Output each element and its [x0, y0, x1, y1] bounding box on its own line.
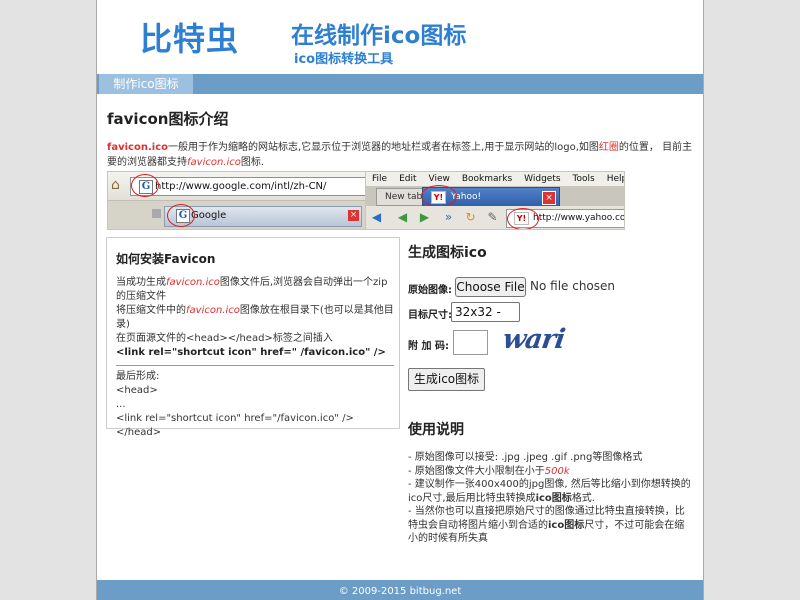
captcha-label: 附 加 码: — [408, 341, 449, 352]
pen-icon: ✎ — [487, 210, 498, 224]
reload-icon: ↻ — [465, 210, 476, 224]
intro-favicon-term-2: favicon.ico — [187, 157, 241, 168]
firefox-tab-row: New tab Y! Yahoo! × — [366, 185, 624, 207]
install-favicon-term: favicon.ico — [186, 305, 240, 316]
file-status-text: No file chosen — [530, 279, 616, 293]
install-line-5: 最后形成: — [116, 371, 160, 382]
site-header: 比特虫 在线制作ico图标 ico图标转换工具 — [97, 0, 703, 73]
ie-url-text: http://www.google.com/intl/zh-CN/ — [155, 181, 327, 192]
browser-screenshot-ie: ⌂ G http://www.google.com/intl/zh-CN/ G … — [107, 171, 367, 230]
intro-red-circle-term: 红圈 — [598, 142, 619, 153]
choose-file-button[interactable]: Choose File — [455, 277, 526, 297]
menu-widgets: Widgets — [524, 174, 561, 184]
firefox-url-text: http://www.yahoo.com — [533, 213, 625, 223]
ie-tab-row: G Google × — [108, 201, 366, 229]
page-container: 比特虫 在线制作ico图标 ico图标转换工具 制作ico图标 favicon图… — [96, 0, 704, 600]
divider — [116, 365, 394, 366]
install-favicon-term: favicon.ico — [166, 277, 220, 288]
intro-title: favicon图标介绍 — [107, 110, 229, 128]
favicon-highlight-circle — [167, 204, 195, 227]
firefox-nav-bar: ◀ ◀ ▶ » ↻ ✎ Y! http://www.yahoo.com — [366, 206, 624, 229]
size-select-value: 32x32 - — [455, 305, 501, 319]
install-text: 将压缩文件中的 — [116, 305, 186, 316]
close-icon: × — [542, 191, 556, 205]
usage-bold-term: ico图标 — [535, 492, 572, 504]
usage-title: 使用说明 — [408, 422, 464, 438]
usage-item-4: - 当然你也可以直接把原始尺寸的图像通过比特虫直接转换，比特虫会自动将图片缩小到… — [408, 505, 693, 546]
intro-text-1: 一般用于作为缩略的网站标志,它显示位于浏览器的地址栏或者在标签上,用于显示网站的… — [168, 142, 599, 153]
menu-view: View — [428, 174, 450, 184]
usage-text: - 原始图像文件大小限制在小于 — [408, 465, 545, 477]
usage-item-1: - 原始图像可以接受: .jpg .jpeg .gif .png等图像格式 — [408, 452, 643, 463]
install-favicon-box: 如何安装Favicon 当成功生成favicon.ico图像文件后,浏览器会自动… — [106, 237, 400, 438]
usage-item-2: - 原始图像文件大小限制在小于500k — [408, 465, 693, 479]
ie-address-row: ⌂ G http://www.google.com/intl/zh-CN/ — [108, 172, 366, 201]
nav-tab-make-ico[interactable]: 制作ico图标 — [99, 74, 193, 94]
firefox-menu-bar: File Edit View Bookmarks Widgets Tools Help — [366, 172, 624, 186]
intro-favicon-term: favicon.ico — [107, 142, 168, 153]
browser-screenshot-firefox: File Edit View Bookmarks Widgets Tools Help Ne… — [365, 171, 625, 230]
generate-ico-button[interactable]: 生成ico图标 — [408, 368, 485, 391]
install-title: 如何安装Favicon — [116, 252, 216, 266]
home-icon: ⌂ — [111, 177, 120, 193]
install-line-2: 将压缩文件中的favicon.ico图像放在根目录下(也可以是其他目录) — [116, 304, 394, 332]
usage-list: - 原始图像可以接受: .jpg .jpeg .gif .png等图像格式 - … — [408, 451, 693, 546]
ie-tab-title: Google — [191, 210, 227, 221]
nav-bar: 制作ico图标 — [97, 74, 703, 94]
captcha-input[interactable] — [453, 330, 488, 355]
source-image-label: 原始图像: — [408, 285, 452, 296]
usage-text: 格式. — [571, 492, 595, 504]
site-footer: © 2009-2015 bitbug.net — [97, 580, 703, 600]
install-code-line: <link rel="shortcut icon" href=" /favico… — [116, 347, 386, 358]
fast-forward-icon: » — [444, 210, 453, 224]
close-icon: × — [348, 210, 359, 221]
menu-help: Help — [606, 174, 624, 184]
favicon-highlight-circle — [421, 185, 457, 207]
site-logo[interactable]: 比特虫 — [140, 14, 239, 60]
tab-list-icon — [152, 209, 161, 218]
usage-size-limit: 500k — [544, 465, 570, 477]
install-line-1: 当成功生成favicon.ico图像文件后,浏览器会自动弹出一个zip的压缩文件 — [116, 276, 394, 304]
favicon-highlight-circle — [507, 208, 539, 229]
usage-bold-term: ico图标 — [548, 519, 585, 531]
captcha-image[interactable]: wari — [501, 324, 567, 355]
target-size-label: 目标尺寸: — [408, 310, 452, 321]
ie-address-bar: G http://www.google.com/intl/zh-CN/ — [130, 177, 366, 196]
usage-item-3: - 建议制作一张400x400的jpg图像, 然后等比缩小到你想转换的ico尺寸… — [408, 478, 693, 505]
install-line-6: <head> — [116, 385, 158, 396]
site-title: 在线制作ico图标 — [291, 23, 467, 49]
site-subtitle: ico图标转换工具 — [294, 52, 394, 67]
install-line-7: ... — [116, 399, 126, 410]
forward-icon: ▶ — [419, 210, 430, 224]
install-line-9: </head> — [116, 427, 162, 438]
menu-tools: Tools — [572, 174, 595, 184]
target-size-select[interactable]: 32x32 - — [451, 302, 520, 322]
generator-title: 生成图标ico — [408, 245, 487, 261]
install-line-8: <link rel="shortcut icon" href="/favicon… — [116, 413, 354, 424]
intro-text-3: 图标. — [240, 157, 265, 168]
back-icon: ◀ — [397, 210, 408, 224]
intro-paragraph: favicon.ico一般用于作为缩略的网站标志,它显示位于浏览器的地址栏或者在… — [107, 140, 697, 170]
menu-edit: Edit — [399, 174, 417, 184]
favicon-highlight-circle — [131, 174, 159, 197]
install-line-3: 在页面源文件的<head></head>标签之间插入 — [116, 333, 333, 344]
menu-file: File — [372, 174, 388, 184]
install-body: 当成功生成favicon.ico图像文件后,浏览器会自动弹出一个zip的压缩文件… — [116, 276, 394, 440]
back-arrow-icon: ◀ — [371, 210, 382, 224]
menu-bookmarks: Bookmarks — [461, 174, 513, 184]
install-text: 当成功生成 — [116, 277, 166, 288]
